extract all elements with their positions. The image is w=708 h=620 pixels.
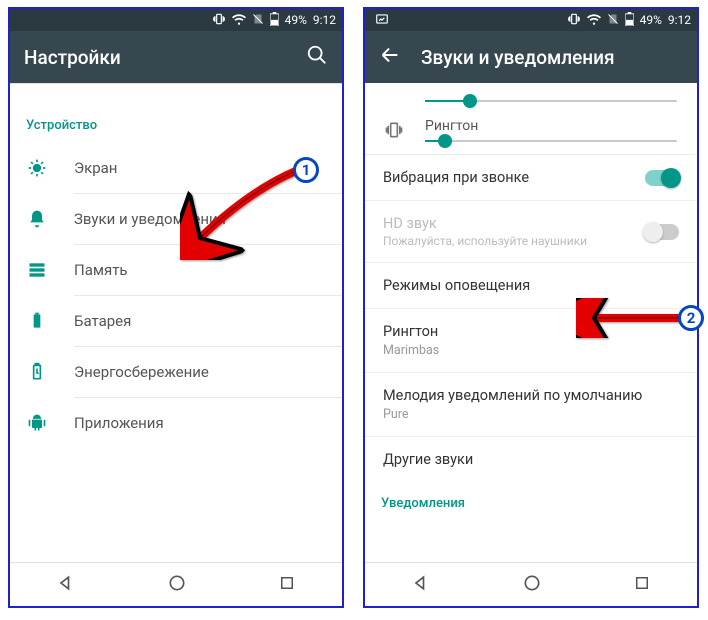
row-value: Pure	[383, 407, 679, 422]
switch-vibrate[interactable]	[645, 170, 679, 186]
vibrate-icon	[567, 12, 581, 29]
battery-pct: 49%	[285, 13, 307, 27]
battery-icon	[26, 310, 48, 332]
bell-icon	[26, 208, 48, 230]
wifi-icon	[232, 12, 246, 29]
nav-back-icon[interactable]	[411, 573, 431, 597]
nav-back-icon[interactable]	[56, 573, 76, 597]
row-sub: Пожалуйста, используйте наушники	[383, 234, 645, 248]
row-hd-sound: HD звук Пожалуйста, используйте наушники	[365, 200, 697, 262]
row-default-notif-sound[interactable]: Мелодия уведомлений по умолчанию Pure	[365, 372, 697, 436]
status-bar: 49% 9:12	[365, 9, 697, 31]
app-bar: Настройки	[10, 31, 342, 83]
item-label: Приложения	[74, 414, 164, 432]
row-label: HD звук	[383, 215, 645, 232]
nav-home-icon[interactable]	[522, 573, 542, 597]
display-icon	[26, 157, 48, 179]
vibrate-icon	[212, 12, 226, 29]
slider-ringtone: Рингтон	[365, 108, 697, 154]
no-sim-icon	[252, 12, 264, 29]
item-apps[interactable]: Приложения	[10, 398, 342, 448]
page-title: Настройки	[24, 46, 306, 69]
switch-hd	[645, 224, 679, 240]
row-label: Другие звуки	[383, 451, 679, 468]
search-icon[interactable]	[306, 44, 328, 70]
item-label: Экран	[74, 159, 117, 177]
item-label: Батарея	[74, 312, 131, 330]
clock: 9:12	[313, 13, 336, 27]
row-other-sounds[interactable]: Другие звуки	[365, 436, 697, 482]
android-icon	[26, 412, 48, 434]
status-bar: 49% 9:12	[10, 9, 342, 31]
storage-icon	[26, 259, 48, 281]
battery-pct: 49%	[640, 13, 662, 27]
section-header-notifications: Уведомления	[365, 482, 697, 521]
clock: 9:12	[668, 13, 691, 27]
screenshot-icon	[375, 12, 389, 29]
row-label: Режимы оповещения	[383, 277, 679, 294]
content: Устройство Экран Звуки и уведомления Пам…	[10, 83, 342, 563]
vibrate-icon	[383, 120, 405, 140]
nav-home-icon[interactable]	[167, 573, 187, 597]
section-header-device: Устройство	[10, 102, 342, 143]
slider-alarm-partial: x	[365, 83, 697, 108]
item-label: Память	[74, 261, 128, 279]
row-vibrate-on-call[interactable]: Вибрация при звонке	[365, 154, 697, 200]
wifi-icon	[587, 12, 601, 29]
no-sim-icon	[607, 12, 619, 29]
nav-recent-icon[interactable]	[278, 574, 296, 596]
row-label: Мелодия уведомлений по умолчанию	[383, 387, 679, 404]
page-title: Звуки и уведомления	[421, 46, 683, 69]
battery-icon	[625, 12, 634, 29]
annotation-badge-1: 1	[293, 157, 319, 183]
slider-track[interactable]	[425, 100, 677, 102]
nav-bar	[365, 562, 697, 606]
battery-icon	[270, 12, 279, 29]
slider-label: Рингтон	[425, 118, 677, 134]
row-label: Вибрация при звонке	[383, 169, 645, 186]
nav-recent-icon[interactable]	[633, 574, 651, 596]
back-icon[interactable]	[379, 44, 401, 70]
annotation-badge-2: 2	[678, 305, 704, 331]
item-battery[interactable]: Батарея	[10, 296, 342, 346]
phone-left: 49% 9:12 Настройки Устройство Экран Звук…	[8, 7, 344, 608]
row-value: Marimbas	[383, 343, 679, 358]
annotation-arrow-1	[180, 160, 310, 260]
item-power-save[interactable]: Энергосбережение	[10, 347, 342, 397]
nav-bar	[10, 562, 342, 606]
item-label: Энергосбережение	[74, 363, 209, 381]
power-save-icon	[26, 361, 48, 383]
app-bar: Звуки и уведомления	[365, 31, 697, 83]
slider-track[interactable]	[425, 140, 677, 142]
